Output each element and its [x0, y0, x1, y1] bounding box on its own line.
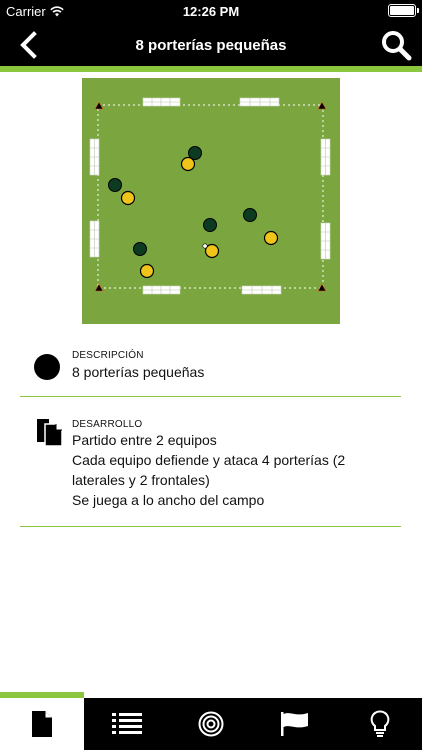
- tab-bar: [0, 698, 422, 750]
- field-background: [82, 78, 340, 324]
- goal-right-top: [320, 138, 331, 176]
- lightbulb-icon: [370, 710, 390, 737]
- battery-icon: [388, 4, 419, 17]
- tab-list[interactable]: [84, 698, 168, 750]
- document-icon: [32, 711, 53, 737]
- player-yellow: [120, 190, 136, 206]
- description-value: 8 porterías pequeñas: [72, 364, 205, 380]
- goal-left-bottom: [89, 220, 100, 258]
- player-dark: [243, 208, 257, 222]
- search-icon[interactable]: [380, 29, 412, 61]
- development-line: Partido entre 2 equipos: [72, 432, 217, 448]
- player-yellow: [180, 156, 196, 172]
- development-lines: Partido entre 2 equipos Cada equipo defi…: [72, 430, 392, 510]
- circle-bullet-icon: [34, 354, 60, 380]
- tab-tips[interactable]: [338, 698, 422, 750]
- back-arrow-icon[interactable]: [14, 30, 44, 60]
- description-label: DESCRIPCIÓN: [72, 350, 144, 361]
- target-icon: [198, 711, 224, 737]
- status-time: 12:26 PM: [182, 4, 240, 19]
- development-section: DESARROLLO Partido entre 2 equipos Cada …: [20, 397, 401, 527]
- tab-flag[interactable]: [253, 698, 337, 750]
- goal-right-bottom: [320, 222, 331, 260]
- player-dark: [133, 242, 147, 256]
- navigation-bar: 8 porterías pequeñas: [0, 22, 422, 66]
- header-accent-line: [0, 66, 422, 72]
- development-line: Se juega a lo ancho del campo: [72, 492, 265, 508]
- development-label: DESARROLLO: [72, 419, 143, 430]
- player-yellow: [263, 230, 279, 246]
- goal-top-left: [142, 97, 181, 107]
- description-section: DESCRIPCIÓN 8 porterías pequeñas: [20, 340, 401, 397]
- list-icon: [111, 713, 142, 734]
- goal-bottom-left: [142, 285, 181, 295]
- player-dark: [108, 178, 122, 192]
- ball: [202, 243, 208, 249]
- development-line: Cada equipo defiende y ataca 4 porterías…: [72, 452, 346, 488]
- goal-left-top: [89, 138, 100, 176]
- status-bar: Carrier 12:26 PM: [0, 0, 422, 22]
- document-copy-icon: [37, 419, 63, 447]
- player-yellow: [139, 263, 155, 279]
- tab-target[interactable]: [169, 698, 253, 750]
- player-dark: [203, 218, 217, 232]
- page-title: 8 porterías pequeñas: [135, 37, 287, 54]
- tab-document[interactable]: [0, 698, 85, 750]
- goal-top-right: [239, 97, 280, 107]
- flag-icon: [281, 712, 309, 736]
- goal-bottom-right: [241, 285, 282, 295]
- field-diagram: [82, 78, 340, 324]
